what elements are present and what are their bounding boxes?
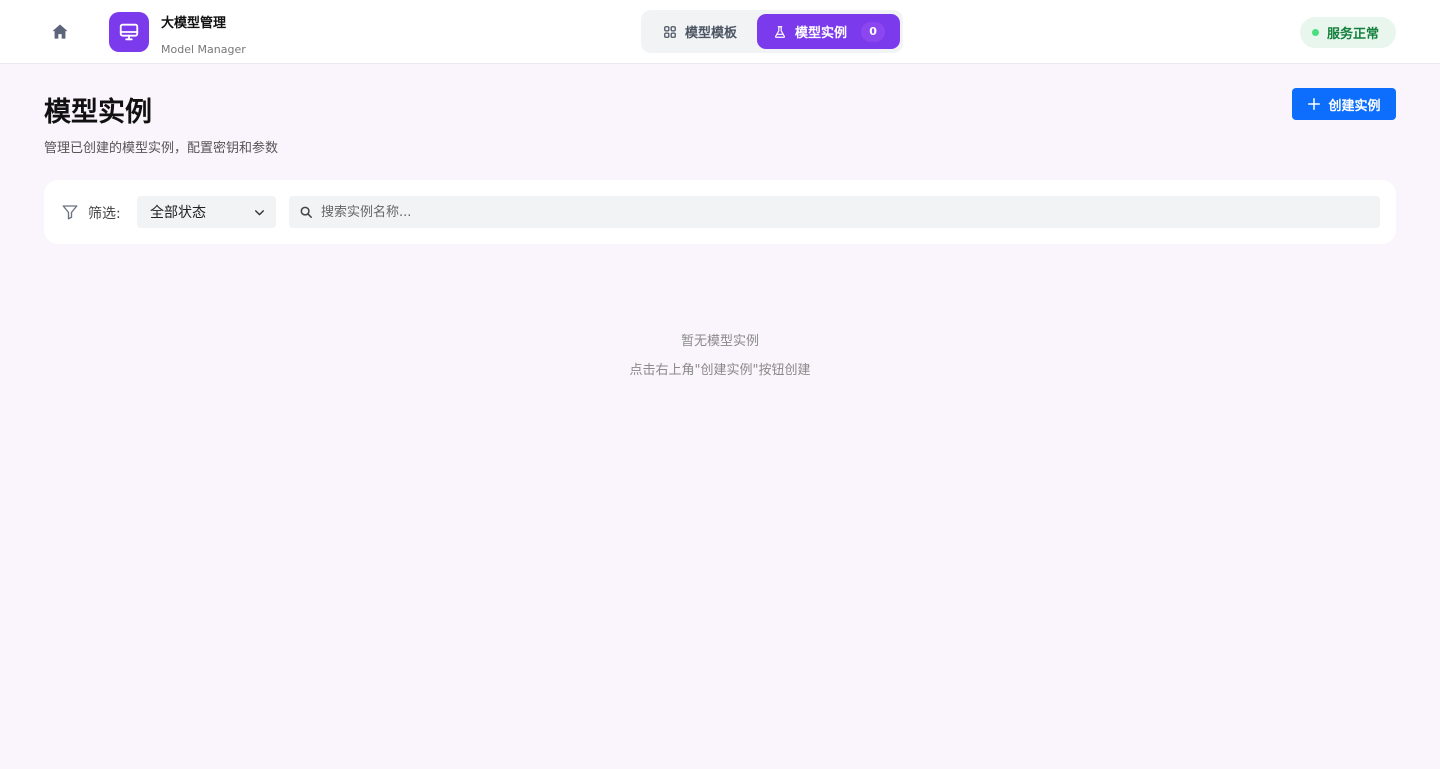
empty-state-hint: 点击右上角"创建实例"按钮创建: [629, 363, 811, 378]
tab-label: 模型模板: [685, 26, 738, 41]
filter-icon: [62, 205, 78, 220]
tab-model-templates[interactable]: 模型模板: [647, 14, 755, 49]
tab-label: 模型实例: [795, 26, 848, 41]
filter-bar: 筛选: 全部状态: [44, 180, 1396, 244]
create-instance-button[interactable]: 创建实例: [1292, 88, 1396, 120]
search-box: [289, 196, 1380, 228]
home-icon: [52, 24, 68, 39]
search-input[interactable]: [321, 196, 1371, 228]
status-filter-select[interactable]: 全部状态: [137, 196, 276, 228]
page-title: 模型实例: [44, 97, 152, 128]
grid-icon: [664, 25, 676, 38]
service-status-badge: 服务正常: [1300, 17, 1396, 48]
status-dot-icon: [1312, 29, 1319, 36]
plus-icon: [1308, 97, 1321, 111]
monitor-icon: [119, 23, 139, 41]
instance-count-badge: 0: [861, 21, 886, 42]
filter-label: 筛选:: [88, 206, 121, 222]
empty-state-title: 暂无模型实例: [680, 334, 759, 349]
top-header: 大模型管理 Model Manager 模型模板 模型实例 0 服务正常: [0, 0, 1440, 64]
brand-subtitle: Model Manager: [161, 43, 246, 56]
search-icon: [300, 206, 313, 219]
nav-tabs: 模型模板 模型实例 0: [641, 10, 903, 53]
create-instance-label: 创建实例: [1328, 98, 1381, 114]
chevron-down-icon: [255, 210, 264, 216]
brand-title: 大模型管理: [161, 16, 227, 31]
brand-logo: [109, 12, 149, 52]
flask-icon: [774, 25, 786, 38]
page-description: 管理已创建的模型实例，配置密钥和参数: [44, 141, 279, 156]
tab-model-instances[interactable]: 模型实例 0: [757, 14, 900, 49]
status-filter-value: 全部状态: [150, 205, 206, 221]
home-button[interactable]: [44, 16, 76, 48]
service-status-label: 服务正常: [1327, 27, 1380, 42]
